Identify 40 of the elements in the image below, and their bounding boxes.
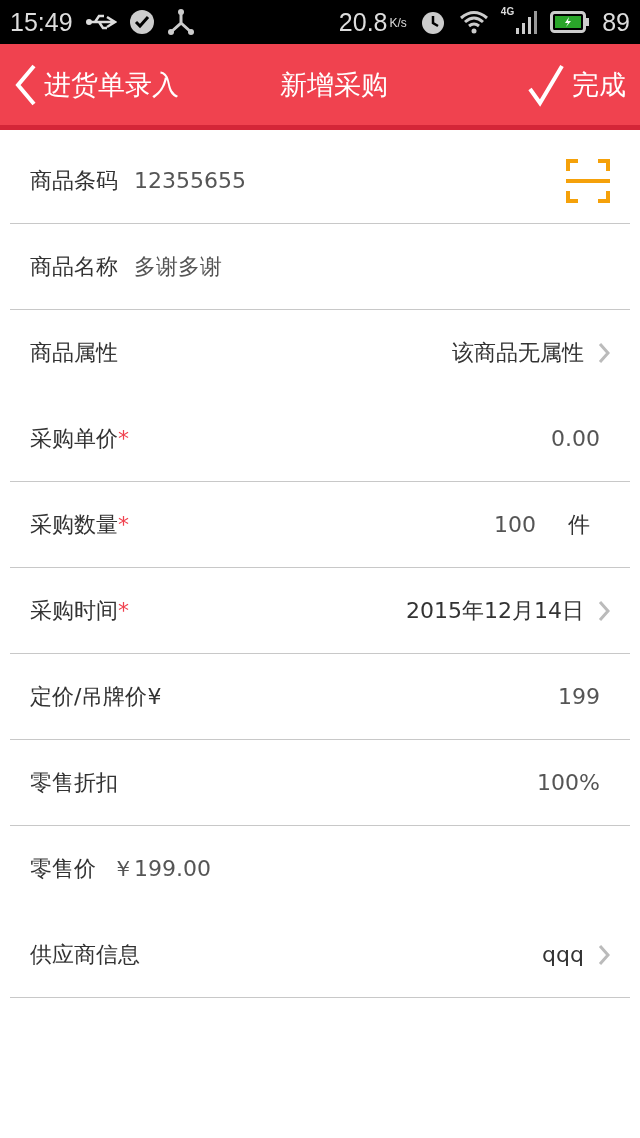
chevron-icon [598,341,610,364]
chevron-icon [598,599,610,622]
speed-unit: K/s [389,15,407,30]
checkmark-icon [528,62,564,107]
clock: 15:49 [10,7,73,37]
back-button[interactable]: 进货单录入 [14,62,179,107]
picker-value[interactable]: 该商品无属性 [452,337,584,368]
field-label: 供应商信息 [30,940,140,969]
page-title: 新增采购 [278,67,389,102]
scan-icon[interactable] [566,158,610,203]
wifi-icon [458,10,489,34]
field-label: 商品条码 [30,166,118,195]
usb-icon [84,13,117,31]
input-field[interactable]: 199 [558,684,600,709]
chevron-icon [598,943,610,966]
field-label: 商品名称 [30,252,118,281]
field-label: 采购单价* [30,424,129,453]
picker-value[interactable]: qqq [542,942,584,967]
field-label: 零售价 [30,854,96,883]
field-value: 多谢多谢 [134,252,223,281]
check-circle-icon [128,9,155,35]
input-field[interactable]: 100% [537,770,600,795]
field-label: 商品属性 [30,338,118,367]
signal-icon [516,10,539,34]
network-type: 4G [500,6,515,17]
network-speed: 20.8 [338,7,388,37]
field-value: ￥199.00 [112,854,212,883]
unit-label: 件 [568,510,590,539]
done-button[interactable]: 完成 [528,62,626,107]
field-label: 采购数量* [30,510,129,539]
field-label: 定价/吊牌价¥ [30,682,162,711]
picker-value[interactable]: 2015年12月14日 [406,595,584,626]
battery-level: 89 [602,7,630,37]
field-value: 12355655 [134,168,247,193]
field-label: 采购时间* [30,596,129,625]
input-field[interactable]: 0.00 [551,426,600,451]
input-field[interactable]: 100 [494,512,536,537]
field-label: 零售折扣 [30,768,118,797]
battery-icon [550,11,591,33]
share-icon [166,8,195,36]
